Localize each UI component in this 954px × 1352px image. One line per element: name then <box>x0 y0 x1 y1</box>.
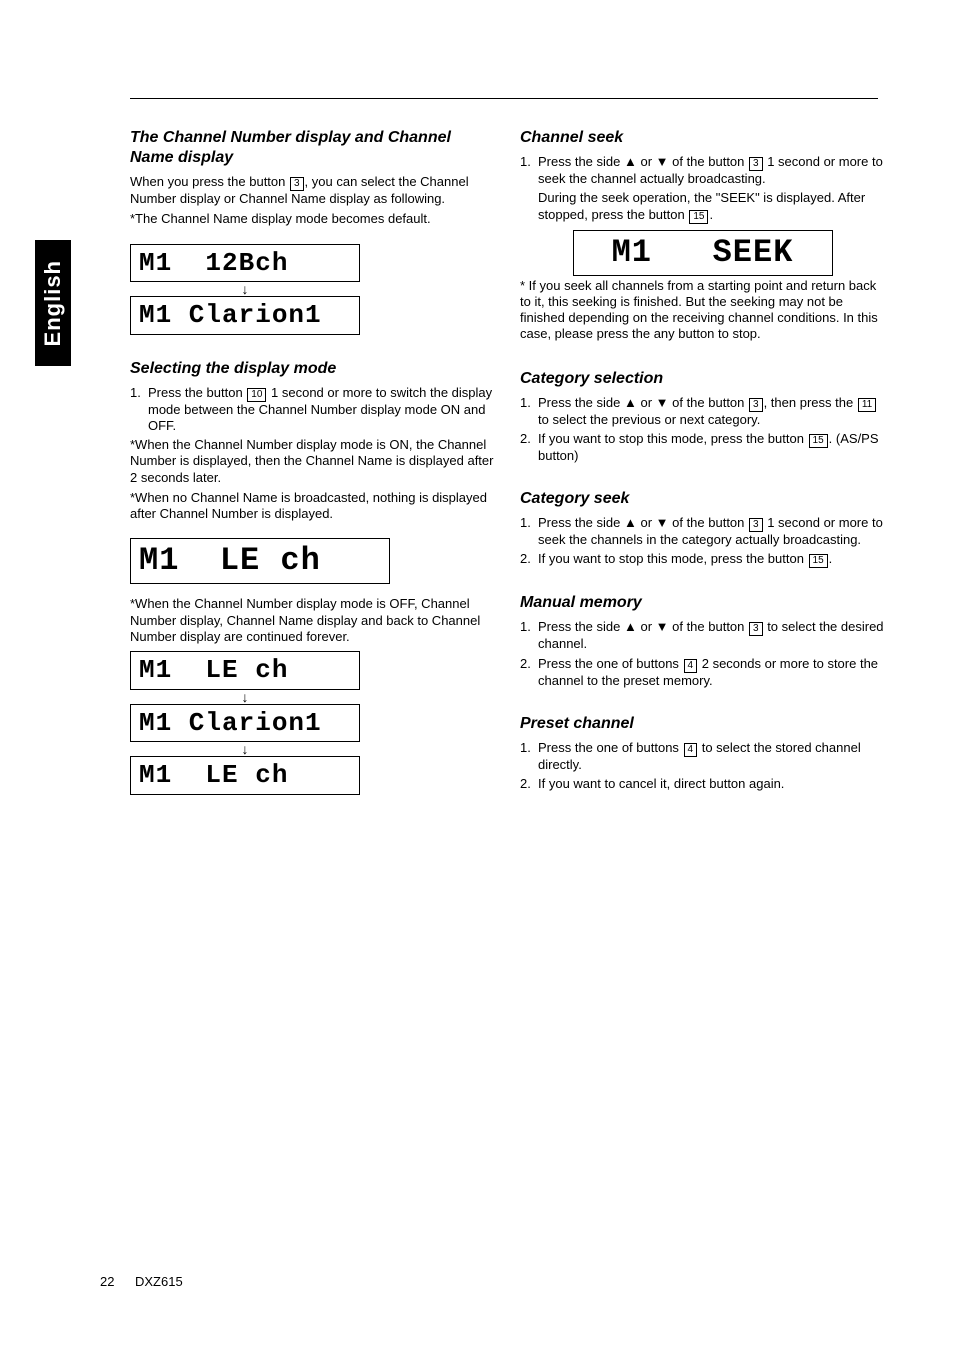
button-3: 3 <box>749 518 763 532</box>
lcd-display: M1 Clarion1 <box>130 704 360 743</box>
sec-manual-memory-title: Manual memory <box>520 593 885 613</box>
language-tab: English <box>35 240 71 366</box>
lcd-stack-1: M1 12Bch ↓ M1 Clarion1 <box>130 242 495 337</box>
footer-model: DXZ615 <box>135 1274 183 1290</box>
button-3: 3 <box>749 398 763 412</box>
note: *When no Channel Name is broadcasted, no… <box>130 490 495 523</box>
button-11: 11 <box>858 398 876 412</box>
lcd-display: M1 SEEK <box>573 230 833 276</box>
note: *When the Channel Number display mode is… <box>130 596 495 645</box>
step-1: 1. Press the side ▲ or ▼ of the button 3… <box>520 395 885 428</box>
arrow-down-icon: ↓ <box>130 282 360 296</box>
sec-channel-display-title: The Channel Number display and Channel N… <box>130 128 495 168</box>
step-1: 1. Press the side ▲ or ▼ of the button 3… <box>520 619 885 652</box>
note: * If you seek all channels from a starti… <box>520 278 885 343</box>
lcd-display: M1 12Bch <box>130 244 360 283</box>
step-2: 2. Press the one of buttons 4 2 seconds … <box>520 656 885 689</box>
button-15: 15 <box>809 434 828 448</box>
button-10: 10 <box>247 388 266 402</box>
note: *When the Channel Number display mode is… <box>130 437 495 486</box>
button-3: 3 <box>749 157 763 171</box>
lcd-stack-2: M1 LE ch ↓ M1 Clarion1 ↓ M1 LE ch <box>130 649 495 797</box>
button-3: 3 <box>290 177 304 191</box>
button-3: 3 <box>749 622 763 636</box>
sec-channel-display-body: When you press the button 3, you can sel… <box>130 174 495 207</box>
sec-category-selection-title: Category selection <box>520 369 885 389</box>
page-number: 22 <box>100 1274 114 1290</box>
step-2: 2. If you want to cancel it, direct butt… <box>520 776 885 792</box>
lcd-display: M1 Clarion1 <box>130 296 360 335</box>
sec-preset-channel-title: Preset channel <box>520 714 885 734</box>
sec-category-seek-title: Category seek <box>520 489 885 509</box>
sec-channel-display-note: *The Channel Name display mode becomes d… <box>130 211 495 227</box>
step-2: 2. If you want to stop this mode, press … <box>520 431 885 464</box>
lcd-display: M1 LE ch <box>130 538 390 584</box>
button-4: 4 <box>684 743 698 757</box>
lcd-display: M1 LE ch <box>130 651 360 690</box>
step-1: 1. Press the side ▲ or ▼ of the button 3… <box>520 515 885 548</box>
sec-channel-seek-title: Channel seek <box>520 128 885 148</box>
button-15: 15 <box>809 554 828 568</box>
step-2: 2. If you want to stop this mode, press … <box>520 551 885 568</box>
step-1: 1. Press the one of buttons 4 to select … <box>520 740 885 773</box>
step-1: 1. Press the side ▲ or ▼ of the button 3… <box>520 154 885 187</box>
header-rule <box>130 98 878 99</box>
arrow-down-icon: ↓ <box>130 690 360 704</box>
button-4: 4 <box>684 659 698 673</box>
step-1: 1. Press the button 10 1 second or more … <box>130 385 495 435</box>
note: During the seek operation, the "SEEK" is… <box>538 190 885 223</box>
lcd-display: M1 LE ch <box>130 756 360 795</box>
arrow-down-icon: ↓ <box>130 742 360 756</box>
button-15: 15 <box>689 210 708 224</box>
sec-display-mode-title: Selecting the display mode <box>130 359 495 379</box>
